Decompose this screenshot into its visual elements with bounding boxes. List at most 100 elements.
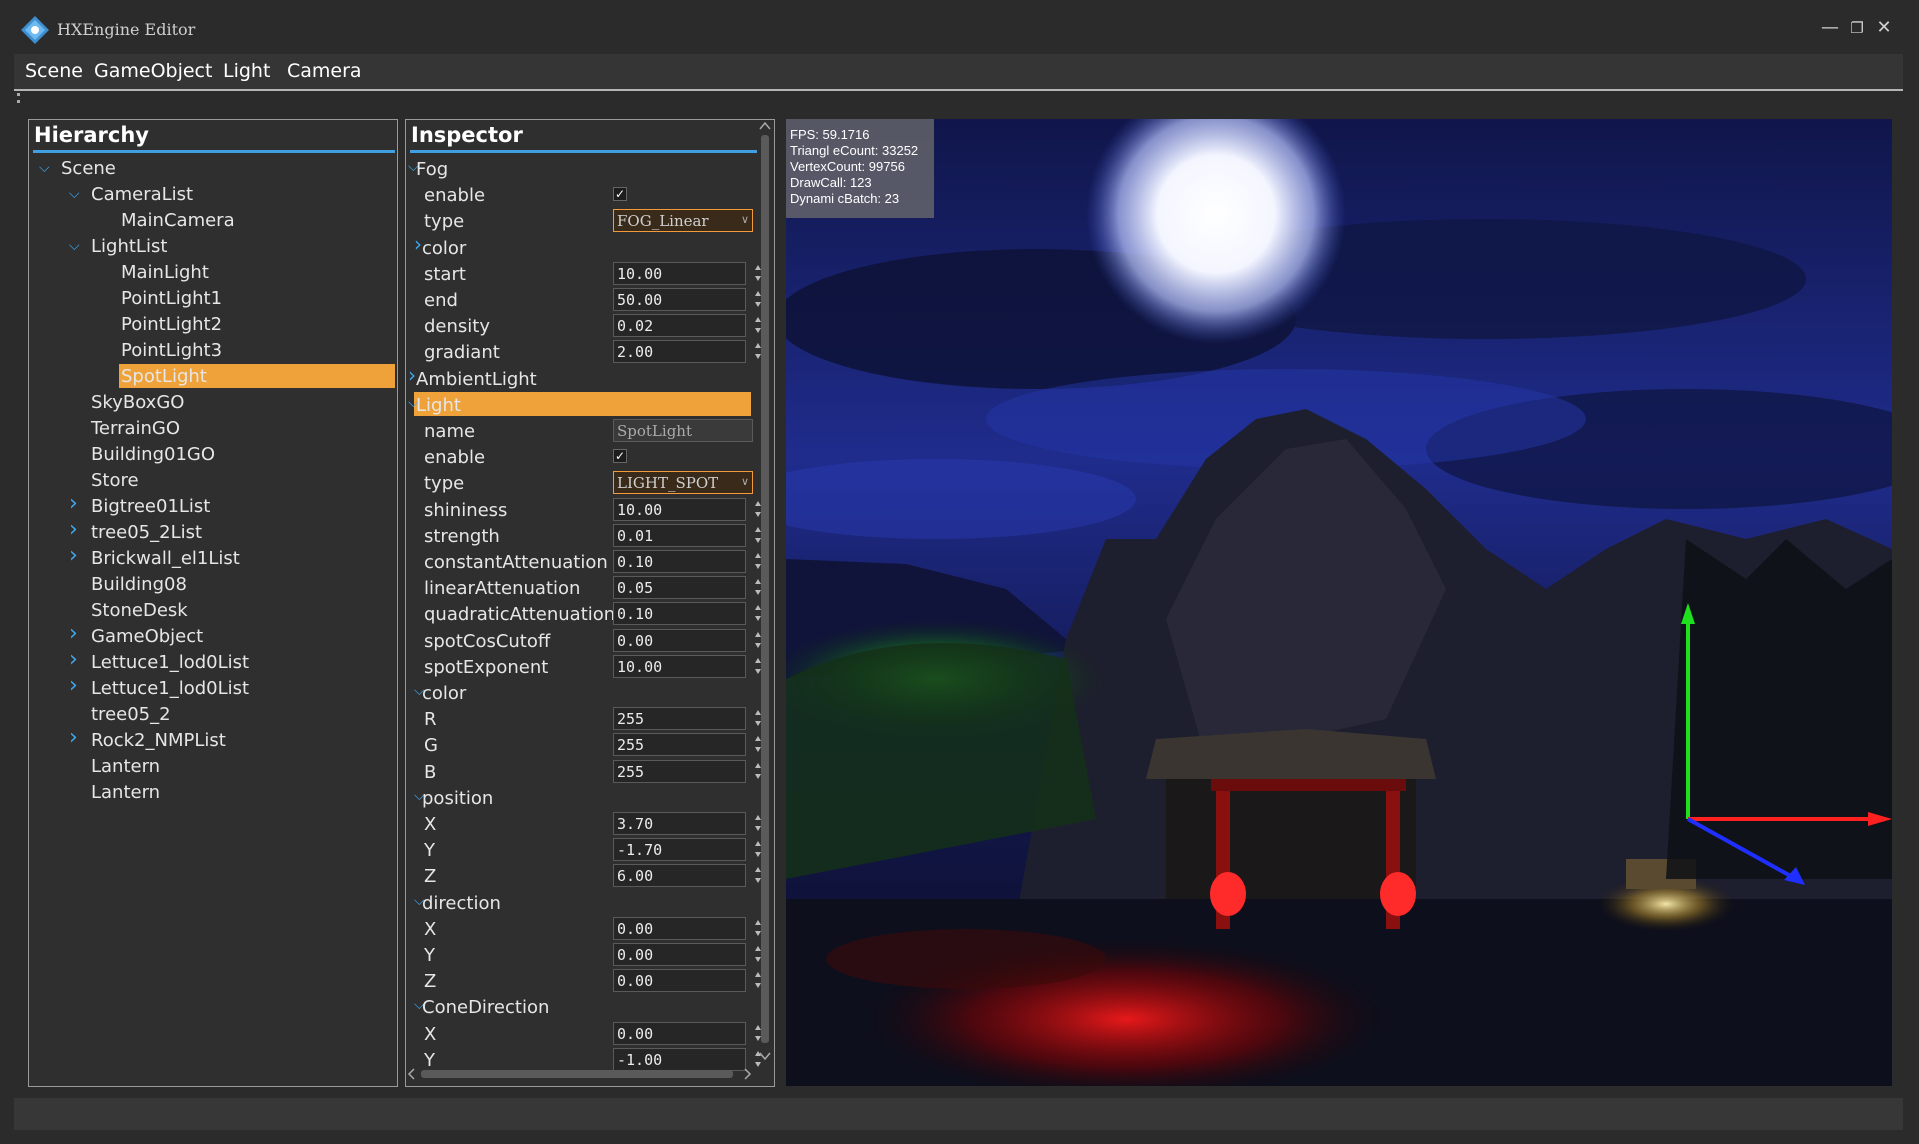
type-dropdown[interactable]: LIGHT_SPOT ∨ — [613, 471, 753, 494]
chevron-down-icon: ∨ — [740, 213, 749, 226]
tree-item[interactable]: SkyBoxGO — [29, 390, 395, 416]
tree-item[interactable]: SpotLight — [29, 364, 395, 390]
menu-camera[interactable]: Camera — [287, 60, 362, 82]
number-field[interactable]: 10.00 — [613, 655, 746, 678]
tree-item[interactable]: › Brickwall_el1List — [29, 543, 395, 572]
number-field[interactable]: 255 — [613, 733, 746, 756]
number-field[interactable]: 0.02 — [613, 314, 746, 337]
property-label: spotCosCutoff — [424, 631, 551, 652]
minimize-icon[interactable]: — — [1818, 16, 1842, 40]
number-field[interactable]: 0.10 — [613, 602, 746, 625]
number-field[interactable]: 0.00 — [613, 1022, 746, 1045]
menu-light[interactable]: Light — [223, 60, 270, 82]
inspector-row: enable ✓ — [406, 182, 751, 208]
inspector-row: ⌵ direction — [406, 890, 751, 916]
tree-item[interactable]: Building08 — [29, 572, 395, 598]
tree-item[interactable]: MainLight — [29, 260, 395, 286]
tree-item-label: Rock2_NMPList — [91, 730, 226, 751]
number-field[interactable]: 3.70 — [613, 812, 746, 835]
tree-item[interactable]: TerrainGO — [29, 416, 395, 442]
inspector-horizontal-scrollbar[interactable] — [405, 1066, 757, 1082]
group-label[interactable]: color — [422, 238, 466, 259]
chevron-down-icon[interactable]: ⌵ — [69, 238, 87, 258]
inspector-vertical-scrollbar[interactable] — [757, 119, 773, 1079]
inspector-panel: Inspector ⌵ Fog enable ✓ type FOG_Linear ∨ › col… — [405, 119, 775, 1087]
group-label[interactable]: Fog — [416, 159, 448, 180]
title-bar: HXEngine Editor — ❐ ✕ — [0, 0, 1919, 54]
number-field[interactable]: 0.00 — [613, 629, 746, 652]
menu-gameobject[interactable]: GameObject — [94, 60, 212, 82]
chevron-right-icon[interactable]: › — [414, 232, 422, 256]
chevron-right-icon[interactable]: › — [69, 517, 87, 542]
chevron-down-icon: ∨ — [740, 475, 749, 488]
chevron-right-icon[interactable]: › — [69, 673, 87, 698]
group-label[interactable]: direction — [422, 893, 501, 914]
hierarchy-underline — [33, 150, 395, 153]
group-label[interactable]: Light — [416, 395, 461, 416]
number-field[interactable]: 255 — [613, 707, 746, 730]
property-label: Z — [424, 866, 437, 887]
inspector-row: X 3.70 — [406, 811, 761, 837]
chevron-down-icon[interactable]: ⌵ — [39, 160, 57, 180]
chevron-right-icon[interactable]: › — [408, 363, 416, 387]
chevron-right-icon[interactable]: › — [69, 491, 87, 516]
tree-item-label: LightList — [91, 236, 168, 257]
number-field[interactable]: 0.01 — [613, 524, 746, 547]
chevron-right-icon[interactable]: › — [69, 725, 87, 750]
toolbar-grip[interactable] — [17, 93, 23, 103]
number-field[interactable]: 6.00 — [613, 864, 746, 887]
tree-item[interactable]: Lantern — [29, 754, 395, 780]
number-field[interactable]: 255 — [613, 760, 746, 783]
type-dropdown[interactable]: FOG_Linear ∨ — [613, 209, 753, 232]
tree-item-label: MainLight — [121, 262, 209, 283]
group-label[interactable]: AmbientLight — [416, 369, 537, 390]
inspector-row: › AmbientLight — [406, 363, 751, 392]
group-label[interactable]: color — [422, 683, 466, 704]
tree-item[interactable]: Lantern — [29, 780, 395, 806]
tree-item[interactable]: ⌵ LightList — [29, 234, 395, 260]
restore-icon[interactable]: ❐ — [1845, 16, 1869, 40]
scene-viewport[interactable] — [786, 119, 1892, 1086]
tree-item[interactable]: MainCamera — [29, 208, 395, 234]
menu-scene[interactable]: Scene — [25, 60, 83, 82]
hierarchy-title: Hierarchy — [34, 123, 149, 147]
number-field[interactable]: 0.05 — [613, 576, 746, 599]
tree-item[interactable]: › Lettuce1_lod0List — [29, 673, 395, 702]
tree-item-label: Lettuce1_lod0List — [91, 652, 250, 673]
tree-item[interactable]: › Rock2_NMPList — [29, 725, 395, 754]
tree-item-label: tree05_2 — [91, 704, 171, 725]
chevron-right-icon[interactable]: › — [69, 647, 87, 672]
number-field[interactable]: -1.70 — [613, 838, 746, 861]
chevron-right-icon[interactable]: › — [69, 543, 87, 568]
close-icon[interactable]: ✕ — [1872, 16, 1896, 40]
number-field[interactable]: 0.00 — [613, 969, 746, 992]
number-field[interactable]: 50.00 — [613, 288, 746, 311]
inspector-underline — [410, 150, 757, 153]
inspector-row: shininess 10.00 — [406, 497, 761, 523]
group-label[interactable]: position — [422, 788, 493, 809]
number-field[interactable]: 10.00 — [613, 498, 746, 521]
checkbox[interactable]: ✓ — [613, 187, 627, 201]
tree-item[interactable]: PointLight1 — [29, 286, 395, 312]
tree-item[interactable]: PointLight2 — [29, 312, 395, 338]
inspector-row: R 255 — [406, 706, 761, 732]
number-field[interactable]: 0.00 — [613, 943, 746, 966]
tree-item[interactable]: ⌵ CameraList — [29, 182, 395, 208]
property-label: constantAttenuation — [424, 552, 608, 573]
dropdown-value: LIGHT_SPOT — [617, 474, 719, 492]
number-field[interactable]: 10.00 — [613, 262, 746, 285]
tree-item[interactable]: PointLight3 — [29, 338, 395, 364]
number-field[interactable]: 0.10 — [613, 550, 746, 573]
property-label: name — [424, 421, 476, 442]
checkbox[interactable]: ✓ — [613, 449, 627, 463]
chevron-right-icon[interactable]: › — [69, 621, 87, 646]
number-field[interactable]: 0.00 — [613, 917, 746, 940]
number-field[interactable]: 2.00 — [613, 340, 746, 363]
inspector-row: ⌵ ConeDirection — [406, 994, 751, 1020]
chevron-down-icon[interactable]: ⌵ — [69, 186, 87, 206]
name-field[interactable]: SpotLight — [613, 419, 753, 442]
tree-item[interactable]: ⌵ Scene — [29, 156, 395, 182]
tree-item[interactable]: Building01GO — [29, 442, 395, 468]
dynamic-batch-count: Dynami cBatch: 23 — [790, 191, 900, 206]
group-label[interactable]: ConeDirection — [422, 997, 549, 1018]
